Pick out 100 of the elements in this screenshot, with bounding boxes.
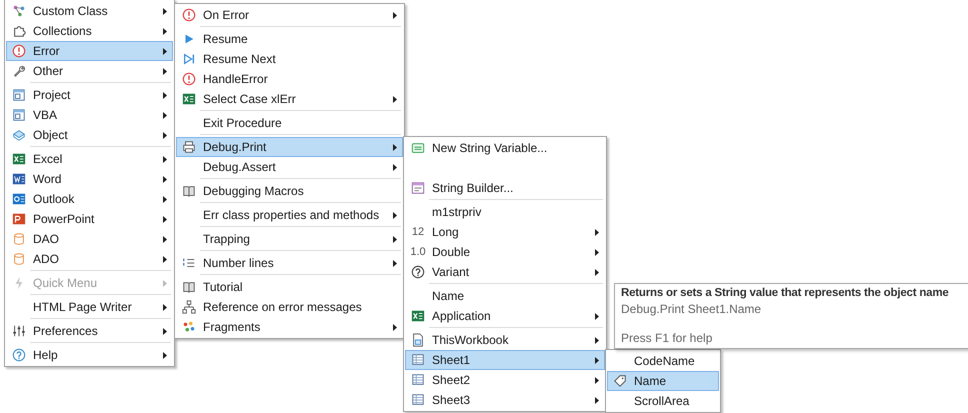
submenu-arrow-icon — [393, 324, 397, 330]
menu-item[interactable]: CodeName — [607, 351, 719, 371]
menu-item[interactable]: Name — [405, 286, 605, 306]
submenu-arrow-icon — [163, 156, 167, 162]
document-grid-icon — [411, 333, 425, 347]
hierarchy-icon — [182, 300, 196, 314]
menu-item[interactable]: Other — [6, 61, 173, 81]
menu-item[interactable]: Number lines — [176, 253, 403, 273]
printer-icon — [182, 140, 196, 154]
menu-item[interactable]: String Builder... — [405, 178, 605, 198]
menu-item[interactable]: Sheet1 — [405, 350, 605, 370]
spreadsheet-icon — [12, 152, 26, 166]
submenu-arrow-icon — [163, 92, 167, 98]
menu-item[interactable]: PowerPoint — [6, 209, 173, 229]
wrench-icon — [12, 64, 26, 78]
menu-item[interactable]: Exit Procedure — [176, 113, 403, 133]
menu-item[interactable]: Variant — [405, 262, 605, 282]
submenu-arrow-icon — [163, 132, 167, 138]
menu-item[interactable]: Help — [6, 345, 173, 365]
menu-item[interactable]: Excel — [6, 149, 173, 169]
cylinder-icon — [12, 252, 26, 266]
submenu-arrow-icon — [163, 28, 167, 34]
error-icon — [182, 72, 196, 86]
menu-item[interactable]: HandleError — [176, 69, 403, 89]
submenu-arrow-icon — [163, 68, 167, 74]
number-type-icon: 12 — [412, 226, 424, 238]
tag-icon — [613, 374, 627, 388]
submenu-arrow-icon — [163, 8, 167, 14]
submenu-arrow-icon — [163, 256, 167, 262]
help-icon — [411, 265, 425, 279]
class-diagram-icon — [12, 4, 26, 18]
submenu-arrow-icon — [163, 304, 167, 310]
puzzle-icon — [12, 24, 26, 38]
submenu-arrow-icon — [163, 216, 167, 222]
menu-item[interactable]: Outlook — [6, 189, 173, 209]
menu-item[interactable]: Tutorial — [176, 277, 403, 297]
menu-item[interactable]: Sheet3 — [405, 390, 605, 410]
tooltip-hint: Press F1 for help — [621, 331, 714, 345]
spreadsheet-icon — [411, 309, 425, 323]
skip-next-icon — [182, 52, 196, 66]
submenu-arrow-icon — [595, 336, 599, 344]
menu-item[interactable]: 1.0 Double — [405, 242, 605, 262]
menu-item[interactable]: Word — [6, 169, 173, 189]
menu-item[interactable]: DAO — [6, 229, 173, 249]
submenu-arrow-icon — [163, 236, 167, 242]
document-app-icon — [12, 172, 26, 186]
submenu-arrow-icon — [393, 164, 397, 170]
cylinder-icon — [12, 232, 26, 246]
menu-item[interactable]: Fragments — [176, 317, 403, 337]
form-icon — [411, 181, 425, 195]
menu-item[interactable]: Name — [607, 371, 719, 391]
menu-item[interactable]: ADO — [6, 249, 173, 269]
menu-item[interactable]: Resume — [176, 29, 403, 49]
menu-item[interactable]: Debug.Print — [176, 137, 403, 157]
menu-item[interactable]: HTML Page Writer — [6, 297, 173, 317]
menu-item[interactable]: Sheet2 — [405, 370, 605, 390]
menu-item[interactable]: On Error — [176, 5, 403, 25]
menu-item[interactable]: Project — [6, 85, 173, 105]
error-icon — [182, 8, 196, 22]
menu-item[interactable]: Debug.Assert — [176, 157, 403, 177]
window-icon — [12, 108, 26, 122]
sheet-icon — [411, 373, 425, 387]
submenu-arrow-icon — [595, 312, 599, 320]
submenu-arrow-icon — [393, 236, 397, 242]
menu-item[interactable]: Error — [6, 41, 173, 61]
submenu-arrow-icon — [163, 352, 167, 358]
menu-item[interactable]: Object — [6, 125, 173, 145]
menu-item[interactable]: Select Case xlErr — [176, 89, 403, 109]
menu-item[interactable]: ScrollArea — [607, 391, 719, 411]
submenu-arrow-icon — [595, 228, 599, 236]
menu-item[interactable]: Debugging Macros — [176, 181, 403, 201]
mail-app-icon — [12, 192, 26, 206]
menu-item[interactable]: Resume Next — [176, 49, 403, 69]
dots-icon — [182, 320, 196, 334]
window-icon — [12, 88, 26, 102]
submenu-arrow-icon — [595, 268, 599, 276]
book-icon — [182, 184, 196, 198]
menu-item[interactable]: New String Variable... — [405, 138, 605, 158]
menu-item[interactable]: Preferences — [6, 321, 173, 341]
menu-item[interactable]: Collections — [6, 21, 173, 41]
menu-item[interactable]: Reference on error messages — [176, 297, 403, 317]
presentation-app-icon — [12, 212, 26, 226]
menu-item[interactable]: m1strpriv — [405, 202, 605, 222]
menu-item[interactable]: Custom Class — [6, 1, 173, 21]
submenu-arrow-icon — [163, 112, 167, 118]
tooltip-title: Returns or sets a String value that represents the object name — [621, 287, 950, 299]
submenu-arrow-icon — [393, 12, 397, 18]
menu-item[interactable]: Application — [405, 306, 605, 326]
submenu-arrow-icon — [163, 176, 167, 182]
number-type-icon: 1.0 — [410, 246, 426, 258]
sheet-icon — [411, 393, 425, 407]
menu-item[interactable]: ThisWorkbook — [405, 330, 605, 350]
menu-item[interactable]: 12 Long — [405, 222, 605, 242]
menu-item[interactable]: VBA — [6, 105, 173, 125]
submenu-arrow-icon — [595, 356, 599, 364]
spreadsheet-icon — [182, 92, 196, 106]
menu-item[interactable]: Trapping — [176, 229, 403, 249]
submenu-arrow-icon — [595, 376, 599, 384]
submenu-arrow-icon — [163, 328, 167, 334]
menu-item[interactable]: Err class properties and methods — [176, 205, 403, 225]
